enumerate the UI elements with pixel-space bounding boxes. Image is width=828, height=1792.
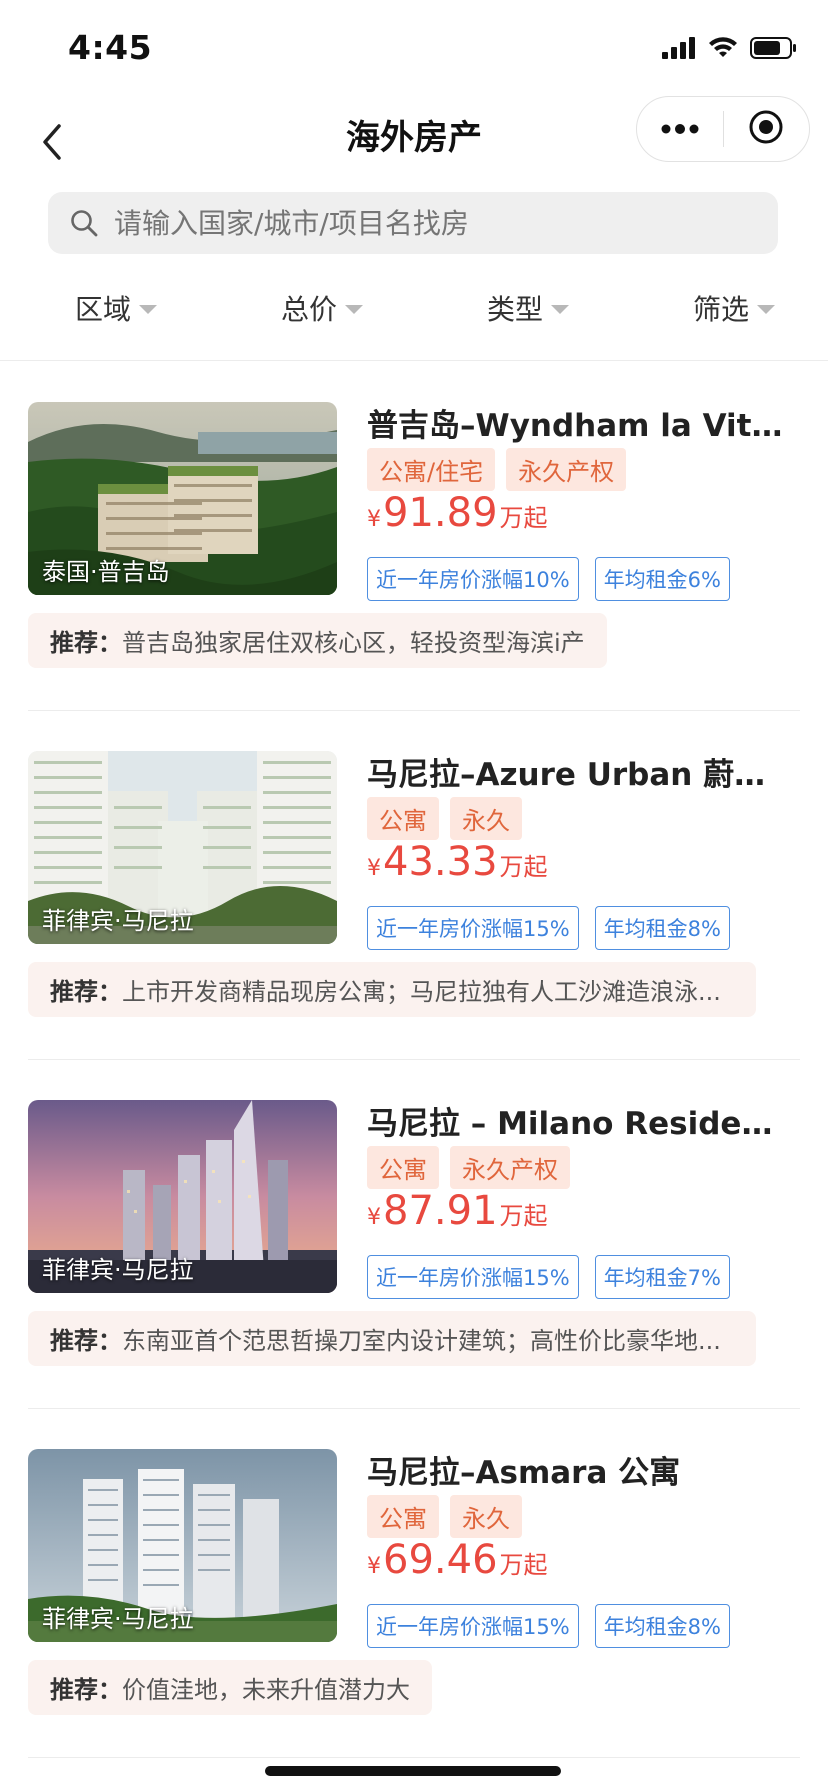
listing-card[interactable]: 菲律宾·马尼拉 马尼拉 – Milano Residenc... 公寓 永久产权…	[0, 1060, 828, 1409]
triangle-down-icon	[345, 304, 364, 314]
triangle-down-icon	[757, 304, 776, 314]
recommendation-text: 价值洼地，未来升值潜力大	[122, 1676, 410, 1704]
property-tag: 永久产权	[450, 1146, 570, 1189]
filter-label: 总价	[281, 293, 338, 326]
rental-yield-badge: 年均租金6%	[594, 557, 731, 601]
home-indicator[interactable]	[265, 1766, 561, 1776]
recommendation-label: 推荐：	[50, 978, 122, 1006]
listing-card[interactable]: 菲律宾·马尼拉 马尼拉–Azure Urban 蔚蓝... 公寓 永久 ¥ 43…	[0, 711, 828, 1060]
triangle-down-icon	[139, 304, 158, 314]
rental-yield-badge: 年均租金8%	[594, 1604, 731, 1648]
tag-list: 公寓 永久	[367, 797, 522, 840]
property-tag: 永久	[450, 797, 522, 840]
price-value: 87.91	[383, 1188, 498, 1234]
recommendation-text: 普吉岛独家居住双核心区，轻投资型海滨i产	[122, 629, 585, 657]
filter-label: 类型	[487, 293, 544, 326]
close-program-button[interactable]	[724, 97, 810, 161]
price-growth-badge: 近一年房价涨幅15%	[367, 1255, 579, 1299]
stat-badges: 近一年房价涨幅15% 年均租金7%	[367, 1255, 731, 1299]
price-currency: ¥	[367, 1554, 381, 1579]
price-unit: 万起	[499, 504, 548, 532]
listing-card[interactable]: 菲律宾·马尼拉 马尼拉–Asmara 公寓 公寓 永久 ¥ 69.46 万起 近…	[0, 1409, 828, 1758]
target-circle-icon	[748, 109, 784, 149]
recommendation: 推荐： 普吉岛独家居住双核心区，轻投资型海滨i产	[28, 613, 607, 668]
location-label: 菲律宾·马尼拉	[42, 1256, 194, 1284]
triangle-down-icon	[551, 304, 570, 314]
price: ¥ 69.46 万起	[367, 1537, 548, 1583]
listing-card[interactable]: 泰国·普吉岛 普吉岛–Wyndham la Vita ... 公寓/住宅 永久产…	[0, 362, 828, 711]
price-growth-badge: 近一年房价涨幅15%	[367, 906, 579, 950]
recommendation-label: 推荐：	[50, 1676, 122, 1704]
price: ¥ 91.89 万起	[367, 490, 548, 536]
mini-program-capsule	[636, 96, 810, 162]
listing-title[interactable]: 普吉岛–Wyndham la Vita ...	[367, 400, 787, 445]
status-icons	[662, 36, 798, 64]
price: ¥ 43.33 万起	[367, 839, 548, 885]
recommendation: 推荐： 上市开发商精品现房公寓；马尼拉独有人工沙滩造浪泳...	[28, 962, 756, 1017]
recommendation-text: 上市开发商精品现房公寓；马尼拉独有人工沙滩造浪泳...	[122, 978, 721, 1006]
battery-icon	[750, 36, 798, 64]
location-label: 菲律宾·马尼拉	[42, 907, 194, 935]
tag-list: 公寓 永久	[367, 1495, 522, 1538]
price-currency: ¥	[367, 507, 381, 532]
property-tag: 公寓	[367, 797, 439, 840]
recommendation-label: 推荐：	[50, 1327, 122, 1355]
more-dots-icon	[660, 120, 700, 139]
recommendation-text: 东南亚首个范思哲操刀室内设计建筑；高性价比豪华地...	[122, 1327, 721, 1355]
property-tag: 公寓/住宅	[367, 448, 496, 491]
property-photo[interactable]: 菲律宾·马尼拉	[28, 751, 337, 944]
price-value: 91.89	[383, 490, 498, 536]
wifi-icon	[708, 37, 738, 63]
property-tag: 永久	[450, 1495, 522, 1538]
property-photo[interactable]: 菲律宾·马尼拉	[28, 1100, 337, 1293]
status-bar: 4:45	[0, 0, 828, 96]
status-time: 4:45	[68, 28, 153, 67]
filter-bar: 区域 总价 类型 筛选	[0, 270, 828, 361]
filter-total-price[interactable]: 总价	[281, 288, 364, 328]
price-unit: 万起	[499, 1551, 548, 1579]
price-growth-badge: 近一年房价涨幅15%	[367, 1604, 579, 1648]
rental-yield-badge: 年均租金7%	[594, 1255, 731, 1299]
price-currency: ¥	[367, 856, 381, 881]
property-tag: 公寓	[367, 1146, 439, 1189]
tag-list: 公寓/住宅 永久产权	[367, 448, 627, 491]
tag-list: 公寓 永久产权	[367, 1146, 570, 1189]
filter-region[interactable]: 区域	[75, 288, 158, 328]
stat-badges: 近一年房价涨幅15% 年均租金8%	[367, 1604, 731, 1648]
property-photo[interactable]: 泰国·普吉岛	[28, 402, 337, 595]
filter-label: 筛选	[693, 293, 750, 326]
listing-title[interactable]: 马尼拉 – Milano Residenc...	[367, 1098, 787, 1143]
cellular-signal-icon	[662, 37, 696, 63]
filter-type[interactable]: 类型	[487, 288, 570, 328]
search-bar[interactable]	[48, 192, 778, 254]
listing-title[interactable]: 马尼拉–Azure Urban 蔚蓝...	[367, 749, 787, 794]
price: ¥ 87.91 万起	[367, 1188, 548, 1234]
property-tag: 公寓	[367, 1495, 439, 1538]
recommendation-label: 推荐：	[50, 629, 122, 657]
filter-more[interactable]: 筛选	[693, 288, 776, 328]
price-unit: 万起	[499, 1202, 548, 1230]
listing-title[interactable]: 马尼拉–Asmara 公寓	[367, 1447, 787, 1492]
search-input[interactable]	[112, 205, 736, 241]
price-currency: ¥	[367, 1205, 381, 1230]
rental-yield-badge: 年均租金8%	[594, 906, 731, 950]
price-value: 69.46	[383, 1537, 498, 1583]
property-tag: 永久产权	[506, 448, 627, 491]
price-growth-badge: 近一年房价涨幅10%	[367, 557, 579, 601]
price-unit: 万起	[499, 853, 548, 881]
location-label: 菲律宾·马尼拉	[42, 1605, 194, 1633]
recommendation: 推荐： 价值洼地，未来升值潜力大	[28, 1660, 432, 1715]
divider	[28, 1757, 800, 1758]
search-icon	[66, 205, 102, 241]
stat-badges: 近一年房价涨幅15% 年均租金8%	[367, 906, 731, 950]
location-label: 泰国·普吉岛	[42, 558, 170, 586]
more-button[interactable]	[637, 97, 723, 161]
filter-label: 区域	[75, 293, 132, 326]
recommendation: 推荐： 东南亚首个范思哲操刀室内设计建筑；高性价比豪华地...	[28, 1311, 756, 1366]
price-value: 43.33	[383, 839, 498, 885]
nav-bar: 海外房产	[0, 96, 828, 192]
property-photo[interactable]: 菲律宾·马尼拉	[28, 1449, 337, 1642]
stat-badges: 近一年房价涨幅10% 年均租金6%	[367, 557, 731, 601]
